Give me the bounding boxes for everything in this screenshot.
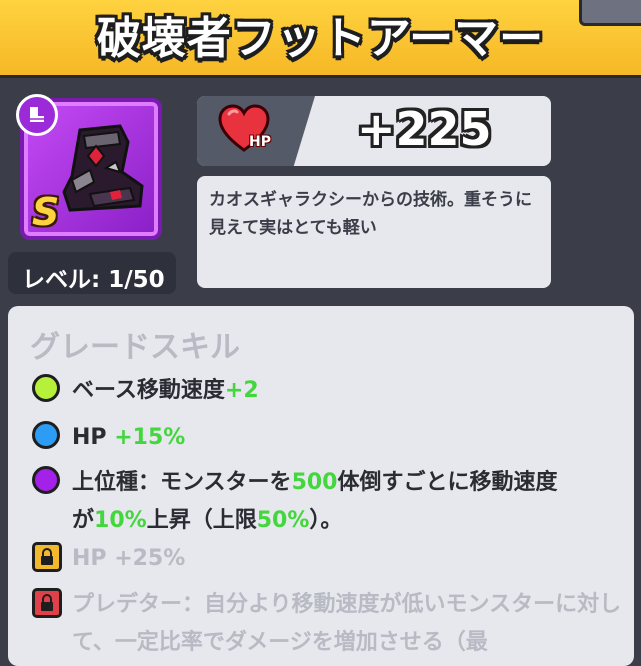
- stat-value: +225: [357, 102, 492, 156]
- skill-part: 体倒すごとに移動速度: [337, 470, 558, 495]
- item-description: カオスギャラクシーからの技術。重そうに見えて実はとても軽い: [209, 190, 532, 238]
- close-button[interactable]: [579, 0, 641, 26]
- skill-part: 上位種：モンスターを: [72, 470, 292, 495]
- skill-value: +15%: [114, 425, 186, 450]
- skill-text: 上位種：モンスターを500体倒すごとに移動速度 が10%上昇（上限50%）。: [72, 464, 632, 540]
- grade-skill-panel: グレードスキル ベース移動速度+2 HP +15% 上位種：モンスターを500体…: [8, 306, 634, 666]
- item-title: 破壊者フットアーマー: [96, 13, 545, 64]
- skill-text: HP +25%: [72, 546, 186, 571]
- title-banner: 破壊者フットアーマー: [0, 0, 641, 78]
- boot-armor-icon: [62, 124, 144, 212]
- skill-value: +2: [224, 378, 259, 403]
- skill-text: ベース移動速度+2: [72, 372, 632, 410]
- item-icon-tile: S: [16, 94, 162, 240]
- skill-panel-title: グレードスキル: [30, 330, 240, 365]
- skill-text: HP +15%: [72, 419, 632, 457]
- skill-value: 50%: [256, 508, 310, 533]
- level-badge: レベル: 1/50: [8, 252, 176, 294]
- skill-value: 500: [291, 470, 338, 495]
- purple-dot-icon: [32, 466, 60, 494]
- blue-dot-icon: [32, 421, 60, 449]
- skill-part: ）。: [309, 508, 343, 533]
- hp-tag: HP: [249, 134, 271, 150]
- level-label: レベル: 1/50: [22, 267, 165, 293]
- skill-part: が: [72, 508, 95, 533]
- skill-part: 上昇（上限: [146, 508, 257, 533]
- stat-box: HP +225: [197, 96, 551, 166]
- skill-value: 10%: [94, 508, 147, 533]
- skill-label: HP: [72, 425, 115, 450]
- description-box: カオスギャラクシーからの技術。重そうに見えて実はとても軽い: [197, 176, 551, 288]
- rank-letter: S: [32, 190, 60, 234]
- lock-icon: [32, 588, 62, 618]
- skill-label: ベース移動速度: [72, 378, 225, 403]
- green-dot-icon: [32, 374, 60, 402]
- stat-icon-area: HP: [197, 96, 315, 166]
- lock-icon: [32, 542, 62, 572]
